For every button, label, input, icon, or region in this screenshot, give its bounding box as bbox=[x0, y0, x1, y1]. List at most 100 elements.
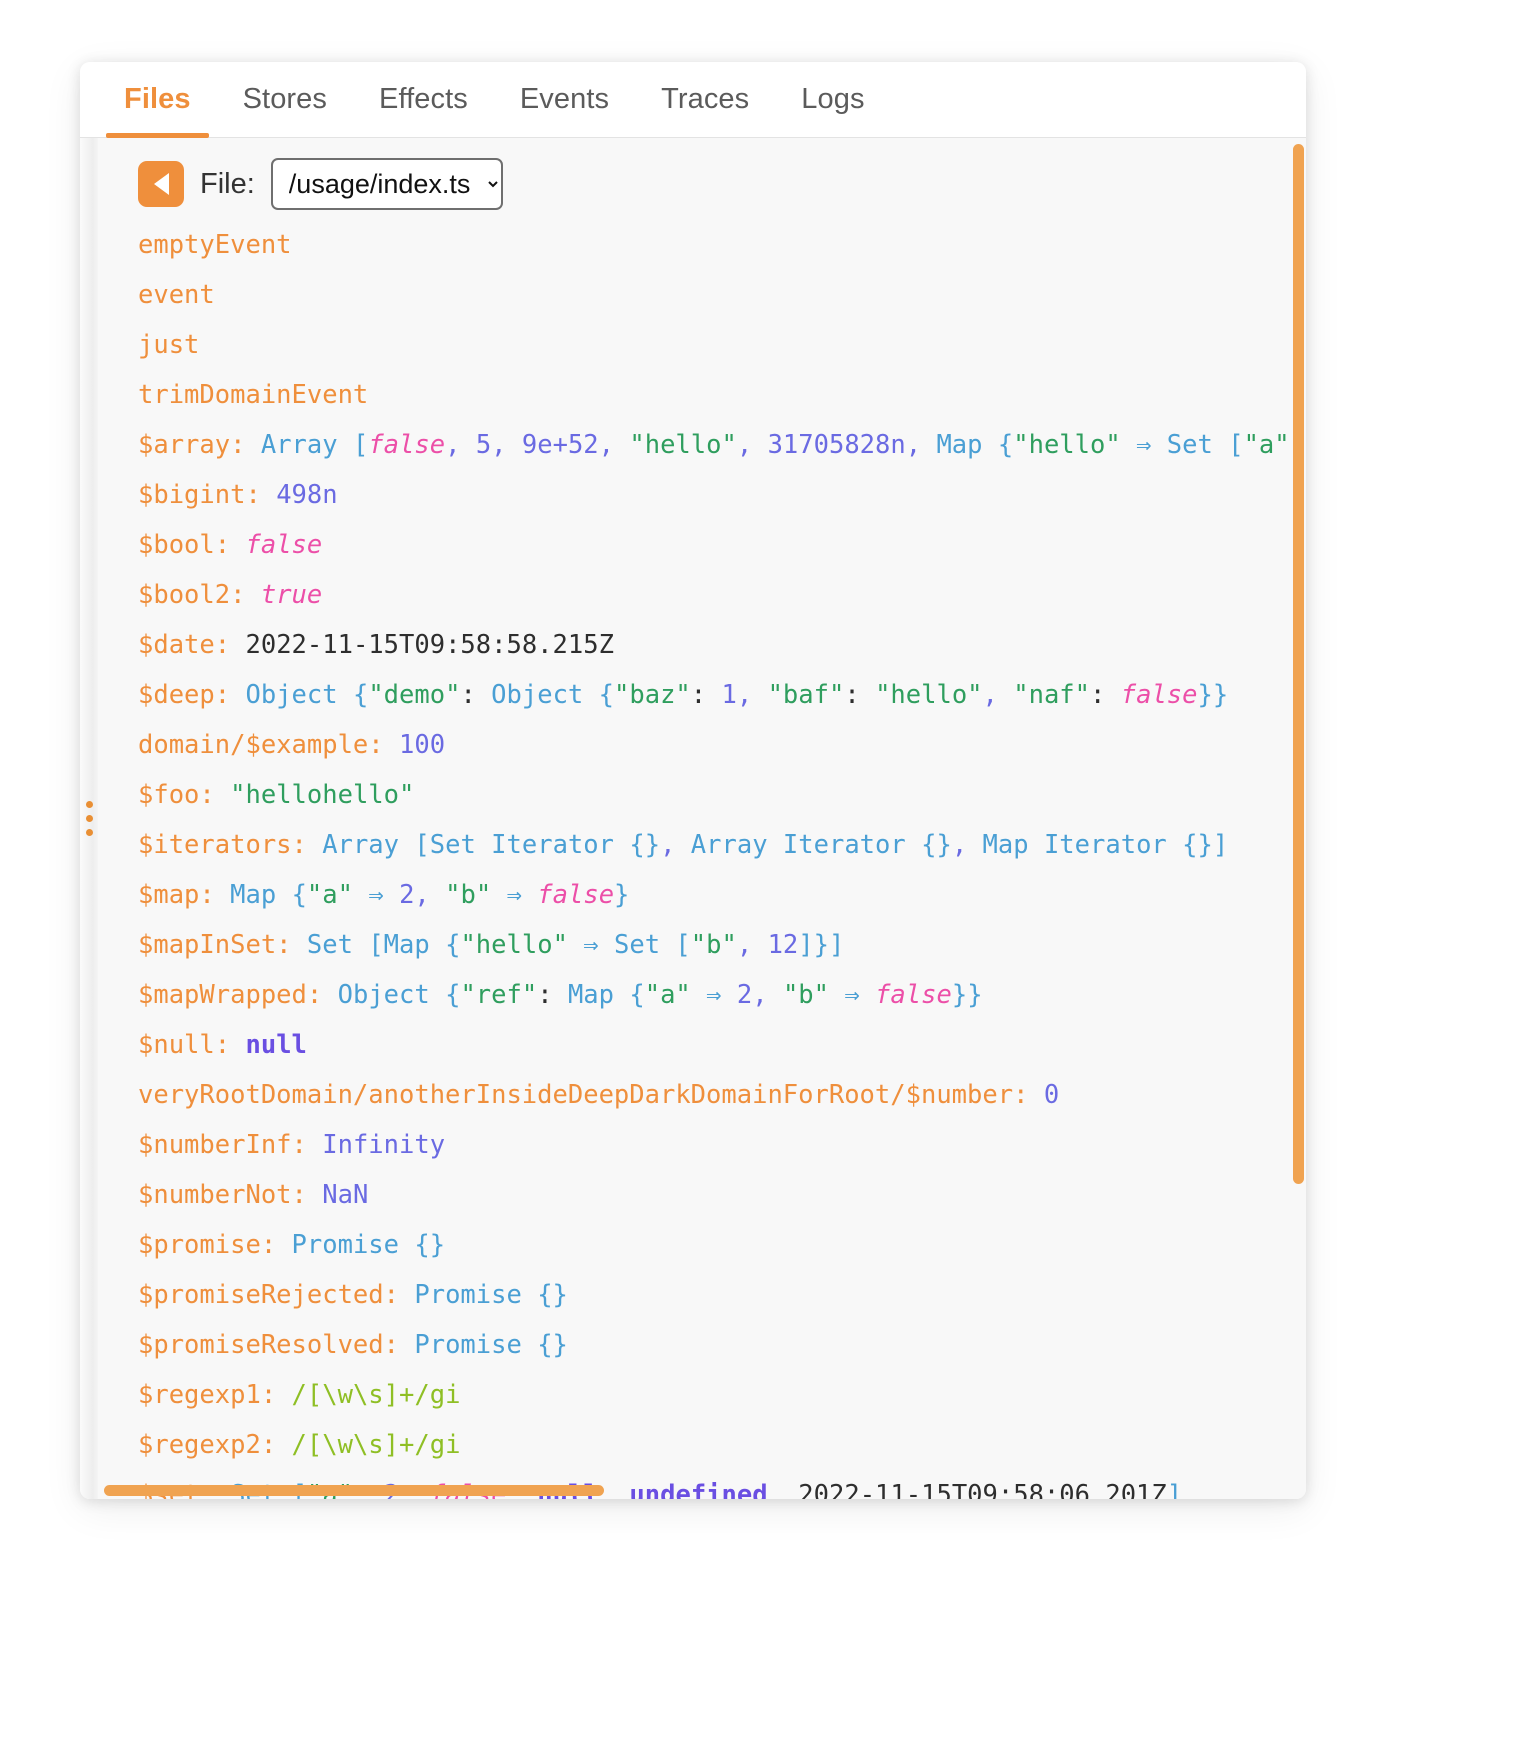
code-line[interactable]: emptyEvent bbox=[138, 220, 1306, 270]
code-line-separator: : bbox=[230, 580, 261, 610]
code-line-key: $promiseResolved bbox=[138, 1330, 384, 1360]
code-line-key: emptyEvent bbox=[138, 230, 292, 260]
code-line-value: Promise {} bbox=[414, 1330, 568, 1360]
code-line[interactable]: $mapInSet: Set [Map {"hello" ⇒ Set ["b",… bbox=[138, 920, 1306, 970]
tab-stores[interactable]: Stores bbox=[217, 62, 353, 138]
file-select[interactable]: /usage/index.ts bbox=[270, 158, 503, 210]
code-line-value: Infinity bbox=[322, 1130, 446, 1160]
code-line-separator: : bbox=[291, 1180, 323, 1210]
code-line-key: $map bbox=[138, 880, 200, 910]
code-line-separator: : bbox=[214, 680, 246, 710]
code-line[interactable]: $mapWrapped: Object {"ref": Map {"a" ⇒ 2… bbox=[138, 970, 1306, 1020]
code-line-key: $null bbox=[138, 1030, 215, 1060]
code-line-separator: : bbox=[260, 1430, 292, 1460]
code-line-value: Promise {} bbox=[414, 1280, 568, 1310]
code-line-separator: : bbox=[245, 480, 277, 510]
code-line[interactable]: $numberNot: NaN bbox=[138, 1170, 1306, 1220]
code-line-value: /[\w\s]+/gi bbox=[291, 1430, 461, 1460]
code-line-separator: : bbox=[383, 1330, 415, 1360]
code-line[interactable]: $promise: Promise {} bbox=[138, 1220, 1306, 1270]
code-line-value: Set [Map {"hello" ⇒ Set ["b", 12]}] bbox=[306, 930, 845, 960]
code-line-separator: : bbox=[214, 630, 246, 660]
tab-files[interactable]: Files bbox=[98, 62, 217, 138]
code-line[interactable]: event bbox=[138, 270, 1306, 320]
triangle-left-icon bbox=[153, 173, 169, 195]
code-line-value: Map {"a" ⇒ 2, "b" ⇒ false} bbox=[230, 880, 630, 910]
back-button[interactable] bbox=[138, 161, 184, 207]
code-line[interactable]: $foo: "hellohello" bbox=[138, 770, 1306, 820]
code-line-value: Object {"demo": Object {"baz": 1, "baf":… bbox=[245, 680, 1229, 710]
code-line-key: $deep bbox=[138, 680, 215, 710]
code-line[interactable]: $iterators: Array [Set Iterator {}, Arra… bbox=[138, 820, 1306, 870]
code-line-separator: : bbox=[214, 530, 246, 560]
code-line-separator: : bbox=[199, 780, 231, 810]
code-line[interactable]: $null: null bbox=[138, 1020, 1306, 1070]
code-line[interactable]: veryRootDomain/anotherInsideDeepDarkDoma… bbox=[138, 1070, 1306, 1120]
code-line[interactable]: $deep: Object {"demo": Object {"baz": 1,… bbox=[138, 670, 1306, 720]
code-line-key: $bool2 bbox=[138, 580, 231, 610]
code-line-key: $array bbox=[138, 430, 231, 460]
code-line-separator: : bbox=[230, 430, 261, 460]
code-line-value: Object {"ref": Map {"a" ⇒ 2, "b" ⇒ false… bbox=[337, 980, 983, 1010]
tab-effects[interactable]: Effects bbox=[353, 62, 494, 138]
code-line-separator: : bbox=[291, 1130, 323, 1160]
code-line[interactable]: $map: Map {"a" ⇒ 2, "b" ⇒ false} bbox=[138, 870, 1306, 920]
tab-traces[interactable]: Traces bbox=[635, 62, 775, 138]
code-line-key: $bigint bbox=[138, 480, 246, 510]
code-line-key: $regexp1 bbox=[138, 1380, 261, 1410]
code-line[interactable]: $array: Array [false, 5, 9e+52, "hello",… bbox=[138, 420, 1306, 470]
code-line[interactable]: $bigint: 498n bbox=[138, 470, 1306, 520]
code-line-separator: : bbox=[306, 980, 338, 1010]
code-line[interactable]: $date: 2022-11-15T09:58:58.215Z bbox=[138, 620, 1306, 670]
code-line[interactable]: trimDomainEvent bbox=[138, 370, 1306, 420]
code-line-separator: : bbox=[214, 1030, 246, 1060]
tab-bar: Files Stores Effects Events Traces Logs bbox=[80, 62, 1306, 138]
panel-body: File: /usage/index.ts emptyEvent event jus… bbox=[80, 138, 1306, 1499]
code-line-separator: : bbox=[260, 1380, 292, 1410]
panel-drag-handle[interactable] bbox=[80, 138, 98, 1499]
devtools-panel: Files Stores Effects Events Traces Logs File:… bbox=[80, 62, 1306, 1499]
code-line[interactable]: $regexp2: /[\w\s]+/gi bbox=[138, 1420, 1306, 1470]
code-line-value: /[\w\s]+/gi bbox=[291, 1380, 461, 1410]
code-line-separator: : bbox=[1013, 1080, 1044, 1110]
code-line-separator: : bbox=[276, 930, 307, 960]
code-line-value: Array [false, 5, 9e+52, "hello", 3170582… bbox=[260, 430, 1305, 460]
code-line-key: $promise bbox=[138, 1230, 261, 1260]
code-line-value: "hellohello" bbox=[230, 780, 415, 810]
code-line[interactable]: $regexp1: /[\w\s]+/gi bbox=[138, 1370, 1306, 1420]
code-line-value: 2022-11-15T09:58:58.215Z bbox=[245, 630, 614, 660]
code-line[interactable]: domain/$example: 100 bbox=[138, 720, 1306, 770]
code-line-key: just bbox=[138, 330, 200, 360]
code-line-separator: : bbox=[199, 880, 231, 910]
code-line-separator: : bbox=[260, 1230, 292, 1260]
tab-label: Files bbox=[124, 82, 191, 115]
tab-label: Events bbox=[519, 82, 610, 115]
tab-logs[interactable]: Logs bbox=[775, 62, 890, 138]
vertical-dots-icon bbox=[85, 801, 93, 836]
code-line-key: $regexp2 bbox=[138, 1430, 261, 1460]
tab-label: Logs bbox=[801, 82, 865, 115]
code-line-value: null bbox=[245, 1030, 307, 1060]
code-line-separator: : bbox=[368, 730, 400, 760]
code-line-key: event bbox=[138, 280, 215, 310]
code-line-value: false bbox=[245, 530, 323, 560]
code-line-key: $iterators bbox=[138, 830, 292, 860]
code-line-value: NaN bbox=[322, 1180, 369, 1210]
code-line[interactable]: $promiseRejected: Promise {} bbox=[138, 1270, 1306, 1320]
code-line[interactable]: $numberInf: Infinity bbox=[138, 1120, 1306, 1170]
tab-label: Stores bbox=[242, 82, 328, 115]
tab-events[interactable]: Events bbox=[494, 62, 635, 138]
code-line[interactable]: $promiseResolved: Promise {} bbox=[138, 1320, 1306, 1370]
code-line-key: $numberInf bbox=[138, 1130, 292, 1160]
code-line[interactable]: $bool: false bbox=[138, 520, 1306, 570]
horizontal-scrollbar[interactable] bbox=[104, 1485, 604, 1496]
code-line-key: $foo bbox=[138, 780, 200, 810]
code-line-separator: : bbox=[291, 830, 323, 860]
code-line[interactable]: $bool2: true bbox=[138, 570, 1306, 620]
files-content-area: File: /usage/index.ts emptyEvent event jus… bbox=[98, 138, 1306, 1499]
vertical-scrollbar[interactable] bbox=[1293, 144, 1304, 1184]
code-line-key: $promiseRejected bbox=[138, 1280, 384, 1310]
code-line[interactable]: just bbox=[138, 320, 1306, 370]
code-listing: emptyEvent event just trimDomainEvent $array… bbox=[98, 220, 1306, 1499]
code-line-key: $numberNot bbox=[138, 1180, 292, 1210]
